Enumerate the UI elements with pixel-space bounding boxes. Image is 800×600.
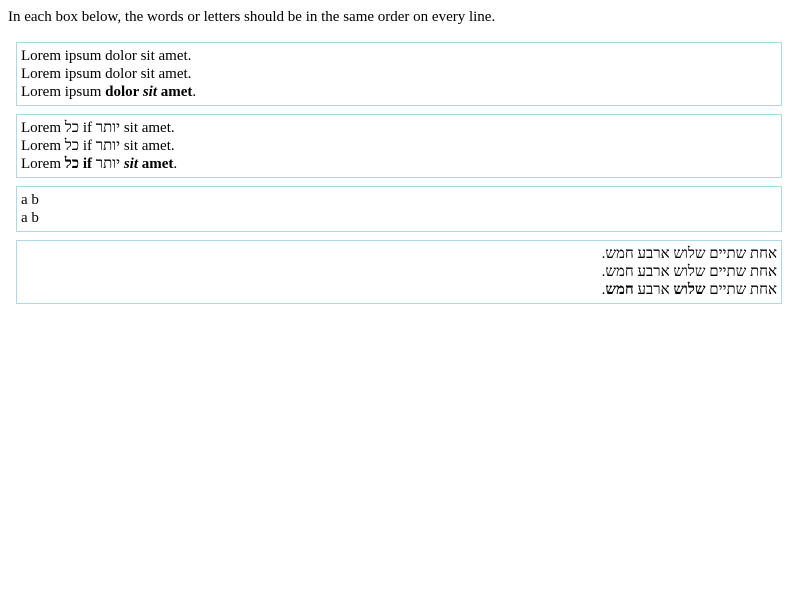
box1-line2: Lorem ipsum dolor sit amet.	[21, 66, 192, 82]
text-run: ארבע	[633, 282, 674, 298]
box4-line2: אחת שתיים שלוש ארבע חמש.	[601, 264, 777, 280]
text-run: אחת שתיים	[705, 282, 777, 298]
bold-text: amet	[160, 84, 193, 100]
bold-text: if	[82, 156, 93, 172]
box4-line3: אחת שתיים שלוש ארבע חמש.	[21, 281, 777, 299]
bold-text: dolor	[105, 84, 140, 100]
box4-line1: אחת שתיים שלוש ארבע חמש.	[601, 246, 777, 262]
bold-italic-text: sit	[123, 156, 138, 172]
test-box-latin: Lorem ipsum dolor sit amet. Lorem ipsum …	[16, 42, 782, 106]
box2-line2: Lorem כל if יותר sit amet.	[21, 138, 175, 154]
bold-text: חמש	[605, 282, 634, 298]
intro-text: In each box below, the words or letters …	[8, 9, 496, 25]
bold-italic-text: sit	[142, 84, 157, 100]
page: In each box below, the words or letters …	[0, 0, 800, 600]
text-run: .	[192, 84, 197, 100]
box3-line1: a b	[21, 192, 39, 208]
box3-line2: a b	[21, 210, 39, 226]
text-run: Lorem	[21, 156, 65, 172]
box1-line3: Lorem ipsum dolor sit amet.	[21, 83, 777, 101]
bold-text: שלוש	[673, 282, 706, 298]
text-run: Lorem ipsum	[21, 84, 106, 100]
box2-line1: Lorem כל if יותר sit amet.	[21, 120, 175, 136]
box1-line1: Lorem ipsum dolor sit amet.	[21, 48, 192, 64]
box2-line3: Lorem כל if יותר sit amet.	[21, 155, 777, 173]
bold-text: amet	[141, 156, 174, 172]
test-box-letters: a b a b	[16, 186, 782, 232]
text-run: .	[173, 156, 178, 172]
test-box-mixed: Lorem כל if יותר sit amet. Lorem כל if י…	[16, 114, 782, 178]
text-run: יותר	[92, 156, 124, 172]
bold-text: כל	[64, 156, 80, 172]
test-box-hebrew: אחת שתיים שלוש ארבע חמש. אחת שתיים שלוש …	[16, 240, 782, 304]
